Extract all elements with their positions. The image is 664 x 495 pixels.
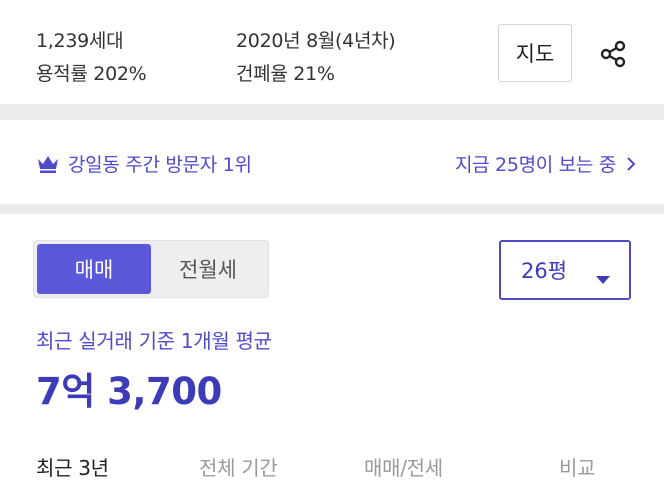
tab-sale-jeonse[interactable]: 매매/전세: [364, 452, 443, 481]
segment-sale[interactable]: 매매: [37, 244, 151, 294]
tab-compare[interactable]: 비교: [559, 452, 596, 481]
trade-section: 매매 전월세 26평 최근 실거래 기준 1개월 평균 7억 3,700 최근 …: [0, 214, 664, 495]
households-count: 1,239세대: [36, 30, 124, 52]
weekly-rank: 강일동 주간 방문자 1위: [36, 150, 252, 177]
trade-type-segment: 매매 전월세: [33, 240, 269, 298]
map-button[interactable]: 지도: [498, 24, 572, 82]
size-select[interactable]: 26평: [499, 240, 631, 300]
size-select-value: 26평: [521, 259, 568, 283]
building-coverage-ratio: 건폐율 21%: [236, 63, 335, 85]
weekly-rank-text: 강일동 주간 방문자 1위: [68, 154, 252, 176]
tab-recent-3-years[interactable]: 최근 3년: [36, 452, 109, 481]
share-icon: [600, 40, 626, 68]
share-button[interactable]: [593, 36, 633, 72]
period-tabs: 최근 3년 전체 기간 매매/전세 비교: [0, 442, 664, 486]
completion-date: 2020년 8월(4년차): [236, 30, 396, 52]
complex-info-section: 1,239세대 용적률 202% 2020년 8월(4년차) 건폐율 21% 지…: [0, 0, 664, 104]
crown-icon: [36, 154, 60, 174]
chevron-right-icon: [626, 156, 636, 172]
section-divider: [0, 104, 664, 120]
average-label: 최근 실거래 기준 1개월 평균: [36, 329, 272, 353]
segment-rent[interactable]: 전월세: [151, 244, 265, 294]
viewing-now-link[interactable]: 지금 25명이 보는 중: [455, 150, 636, 177]
caret-down-icon: [595, 266, 611, 290]
average-price: 7억 3,700: [36, 370, 222, 413]
floor-area-ratio: 용적률 202%: [36, 63, 147, 85]
section-divider: [0, 204, 664, 214]
viewing-now-text: 지금 25명이 보는 중: [454, 154, 616, 176]
tab-all-period[interactable]: 전체 기간: [199, 452, 278, 481]
visitor-banner[interactable]: 강일동 주간 방문자 1위 지금 25명이 보는 중: [0, 120, 664, 204]
